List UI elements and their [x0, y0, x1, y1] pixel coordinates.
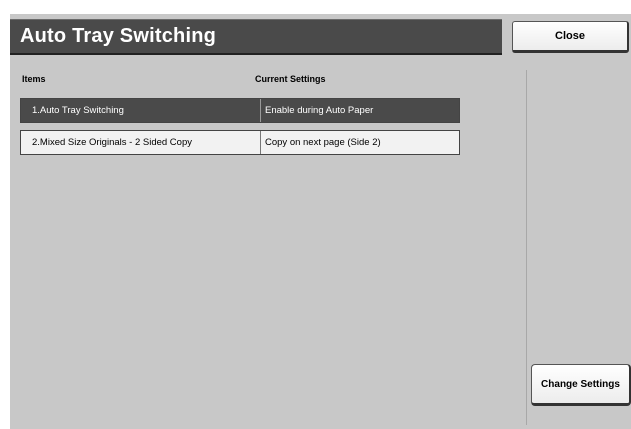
screen: Auto Tray Switching Close Items Current … — [10, 14, 631, 429]
row-item-label: 1.Auto Tray Switching — [21, 99, 261, 122]
items-column-header: Items — [22, 74, 46, 84]
close-button[interactable]: Close — [512, 21, 629, 53]
row-setting-value: Copy on next page (Side 2) — [265, 137, 381, 148]
panel-divider — [526, 70, 527, 425]
change-settings-button[interactable]: Change Settings — [531, 364, 631, 406]
table-row-auto-tray-switching[interactable]: 1.Auto Tray Switching Enable during Auto… — [20, 98, 460, 123]
page-title: Auto Tray Switching — [20, 25, 217, 47]
row-setting-value: Enable during Auto Paper — [265, 105, 374, 116]
row-item-label: 2.Mixed Size Originals - 2 Sided Copy — [21, 131, 261, 154]
table-row-mixed-size-originals[interactable]: 2.Mixed Size Originals - 2 Sided Copy Co… — [20, 130, 460, 155]
title-bar: Auto Tray Switching — [10, 19, 502, 55]
current-settings-column-header: Current Settings — [255, 74, 326, 84]
